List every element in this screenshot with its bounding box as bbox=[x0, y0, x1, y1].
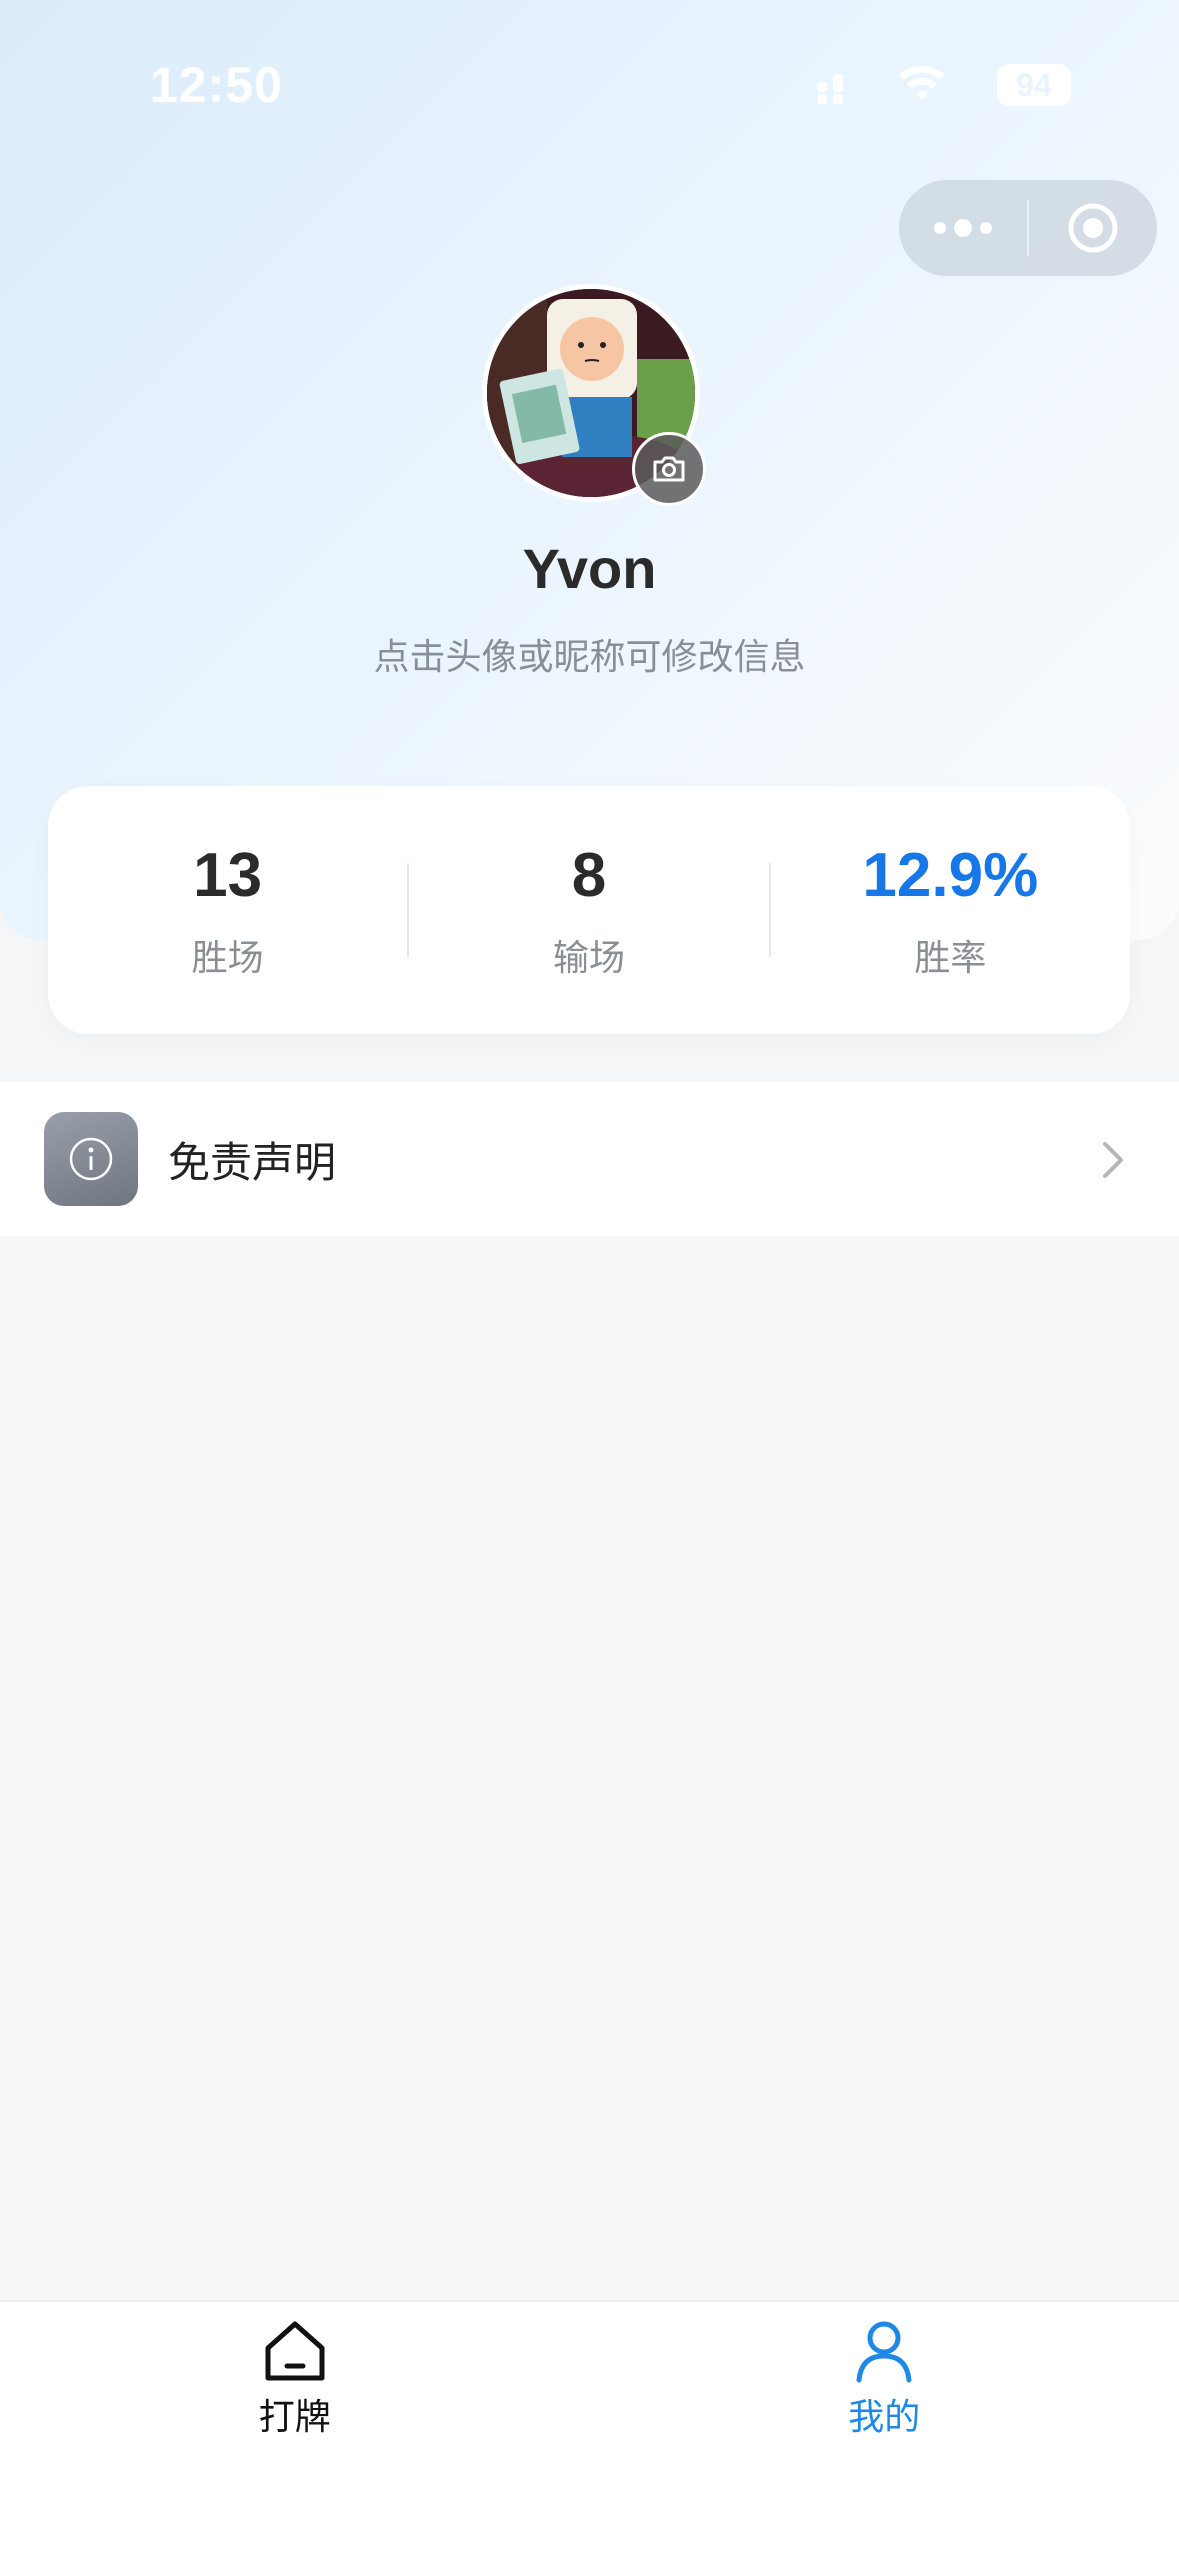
edit-hint: 点击头像或昵称可修改信息 bbox=[373, 637, 806, 678]
info-icon bbox=[44, 1112, 138, 1206]
battery-icon: 94 bbox=[997, 64, 1071, 106]
close-target-icon bbox=[1068, 203, 1118, 253]
stat-losses: 8 输场 bbox=[409, 840, 768, 981]
menu-item-label: 免责声明 bbox=[168, 1137, 337, 1187]
avatar-button[interactable] bbox=[482, 284, 706, 506]
stat-value: 12.9% bbox=[862, 840, 1039, 910]
tab-play[interactable]: 打牌 bbox=[0, 2302, 590, 2556]
wifi-icon bbox=[899, 66, 945, 100]
more-icon bbox=[934, 219, 992, 237]
stat-value: 13 bbox=[193, 840, 263, 910]
profile-screen: 12:50 94 Yvon 点击头像或昵称可修改信息 13 胜场 8 输场 12… bbox=[0, 0, 1179, 2556]
stat-label: 胜率 bbox=[914, 937, 987, 979]
tab-label: 打牌 bbox=[258, 2397, 331, 2438]
home-icon bbox=[265, 2321, 325, 2381]
tab-mine[interactable]: 我的 bbox=[590, 2302, 1179, 2556]
stat-label: 输场 bbox=[552, 937, 625, 979]
more-button[interactable] bbox=[899, 180, 1027, 276]
stats-card: 13 胜场 8 输场 12.9% 胜率 bbox=[48, 786, 1130, 1034]
tab-label: 我的 bbox=[848, 2397, 921, 2438]
tab-bar: 打牌 我的 bbox=[0, 2300, 1179, 2556]
status-icons: 94 bbox=[817, 64, 1071, 106]
menu-item-disclaimer[interactable]: 免责声明 bbox=[0, 1082, 1179, 1236]
stat-label: 胜场 bbox=[191, 937, 264, 979]
stat-win-rate: 12.9% 胜率 bbox=[771, 840, 1130, 981]
camera-icon bbox=[632, 432, 706, 506]
stat-value: 8 bbox=[571, 840, 607, 910]
close-button[interactable] bbox=[1029, 180, 1157, 276]
stat-wins: 13 胜场 bbox=[48, 840, 407, 981]
user-icon bbox=[856, 2321, 912, 2383]
signal-icon bbox=[817, 68, 847, 104]
nickname[interactable]: Yvon bbox=[0, 536, 1179, 601]
chevron-right-icon bbox=[1103, 1142, 1123, 1178]
status-time: 12:50 bbox=[150, 57, 283, 113]
miniprogram-capsule bbox=[899, 180, 1157, 276]
